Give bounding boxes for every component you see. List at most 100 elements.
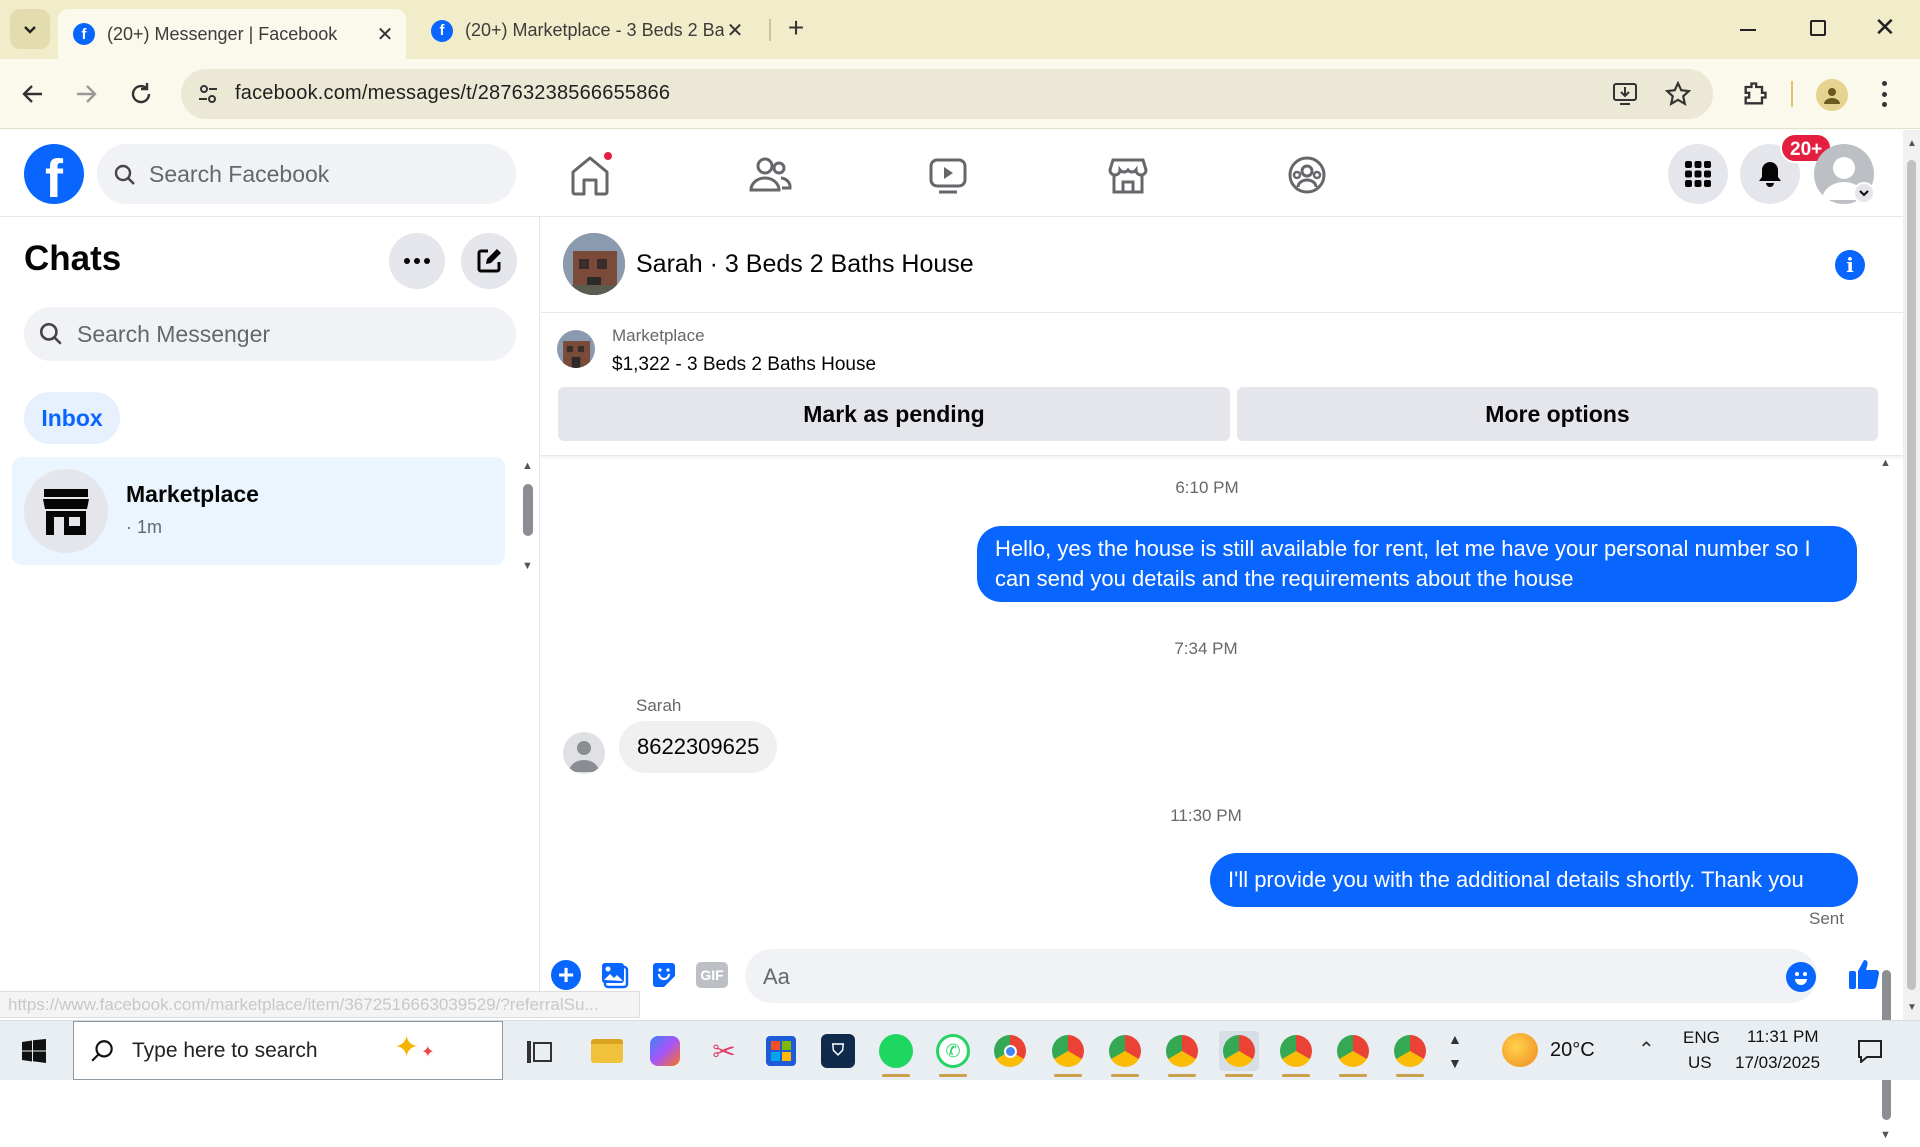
gif-button[interactable]: GIF	[696, 962, 728, 988]
install-app-icon[interactable]	[1612, 82, 1638, 106]
outgoing-message[interactable]: Hello, yes the house is still available …	[977, 526, 1857, 602]
status-url-bar: https://www.facebook.com/marketplace/ite…	[0, 991, 640, 1018]
copilot-sparkle-icon: ✦ ✦	[394, 1031, 435, 1064]
taskbar-store[interactable]	[761, 1031, 801, 1071]
url-text: facebook.com/messages/t/2876323856665586…	[235, 82, 671, 104]
store-icon	[766, 1036, 796, 1066]
conversation-title[interactable]: Sarah · 3 Beds 2 Baths House	[636, 250, 974, 279]
bookmark-star-icon[interactable]	[1665, 81, 1691, 107]
emoji-button[interactable]	[1786, 962, 1816, 992]
taskbar-chrome-profile-6[interactable]	[1333, 1031, 1373, 1077]
marketplace-icon	[1108, 158, 1148, 194]
listing-avatar[interactable]	[563, 233, 625, 295]
browser-menu-icon[interactable]	[1882, 81, 1888, 107]
chevron-down-icon	[24, 26, 36, 34]
forward-icon[interactable]	[73, 81, 99, 107]
taskbar-chrome-profile-3[interactable]	[1162, 1031, 1202, 1077]
weather-temp[interactable]: 20°C	[1550, 1039, 1595, 1062]
taskbar-overflow-arrows[interactable]: ▲ ▼	[1448, 1027, 1462, 1075]
nav-marketplace[interactable]	[1103, 150, 1153, 200]
mark-as-pending-button[interactable]: Mark as pending	[558, 387, 1230, 441]
apps-grid-icon	[1685, 161, 1711, 187]
extensions-icon[interactable]	[1741, 80, 1769, 108]
clock-date[interactable]: 17/03/2025	[1735, 1053, 1820, 1073]
new-tab-button[interactable]: +	[780, 13, 812, 45]
language-line1[interactable]: ENG	[1683, 1028, 1720, 1048]
taskbar-chrome-profile-4[interactable]	[1219, 1031, 1259, 1077]
tab-messenger[interactable]: f (20+) Messenger | Facebook ✕	[58, 9, 406, 59]
task-view-icon[interactable]	[525, 1039, 553, 1065]
taskbar-snipping-tool[interactable]: ✂	[704, 1031, 744, 1071]
chat-list-scrollbar[interactable]: ▲ ▼	[520, 460, 536, 578]
weather-icon[interactable]	[1502, 1033, 1538, 1067]
search-icon	[91, 1040, 113, 1062]
taskbar-whatsapp[interactable]: ✆	[933, 1031, 973, 1077]
incoming-message[interactable]: 8622309625	[619, 721, 778, 773]
account-chevron-icon[interactable]	[1853, 182, 1875, 204]
profile-avatar[interactable]	[1816, 79, 1848, 111]
minimize-button[interactable]	[1740, 29, 1756, 31]
page-scrollbar-thumb[interactable]	[1907, 160, 1916, 990]
clock-time[interactable]: 11:31 PM	[1747, 1027, 1819, 1047]
like-thumb-icon[interactable]	[1847, 957, 1881, 991]
tab-marketplace[interactable]: f (20+) Marketplace - 3 Beds 2 Ba ✕	[416, 9, 756, 52]
close-tab-icon[interactable]: ✕	[724, 18, 746, 43]
inbox-filter-chip[interactable]: Inbox	[24, 392, 120, 444]
message-composer[interactable]: Aa	[745, 949, 1817, 1003]
system-tray-chevron-icon[interactable]: ⌃	[1638, 1037, 1655, 1062]
tab-search-button[interactable]	[10, 9, 50, 49]
more-dots-icon	[404, 258, 430, 264]
taskbar-search[interactable]: Type here to search ✦ ✦	[73, 1021, 503, 1080]
nav-friends[interactable]	[745, 150, 795, 200]
groups-icon	[1288, 156, 1326, 194]
sticker-icon[interactable]	[649, 960, 679, 990]
messenger-search[interactable]: Search Messenger	[24, 307, 516, 361]
taskbar-chrome[interactable]	[990, 1031, 1030, 1071]
close-tab-icon[interactable]: ✕	[374, 22, 396, 47]
windows-start-icon[interactable]	[22, 1039, 46, 1063]
site-info-icon[interactable]	[197, 83, 219, 105]
more-actions-button[interactable]: +	[551, 960, 581, 990]
taskbar-chrome-profile-5[interactable]	[1276, 1031, 1316, 1077]
facebook-search[interactable]: Search Facebook	[97, 144, 516, 204]
restore-button[interactable]	[1810, 20, 1826, 36]
conversation-item[interactable]: Marketplace · 1m	[12, 457, 505, 565]
listing-thumbnail[interactable]	[557, 330, 595, 368]
listing-label: Marketplace	[612, 326, 705, 345]
taskbar-file-explorer[interactable]	[587, 1031, 627, 1071]
new-message-button[interactable]	[461, 233, 517, 289]
notification-center-icon[interactable]	[1857, 1039, 1883, 1063]
taskbar-copilot[interactable]	[645, 1031, 685, 1071]
nav-video[interactable]	[923, 150, 973, 200]
close-window-button[interactable]: ✕	[1874, 12, 1896, 43]
facebook-favicon-icon: f	[431, 19, 453, 42]
language-line2[interactable]: US	[1688, 1053, 1712, 1073]
video-icon	[929, 158, 967, 194]
conversation-info-button[interactable]: i	[1835, 250, 1865, 280]
conversation-panel: Sarah · 3 Beds 2 Baths House i Marketpla…	[541, 217, 1903, 1141]
taskbar-chrome-profile-7[interactable]	[1390, 1031, 1430, 1077]
chats-title: Chats	[24, 239, 122, 278]
attach-photo-icon[interactable]	[600, 960, 630, 990]
chrome-profile-icon	[1394, 1035, 1426, 1067]
taskbar-spotify[interactable]	[876, 1031, 916, 1077]
back-icon[interactable]	[20, 81, 46, 107]
taskbar-security-app[interactable]: ⛉	[818, 1031, 858, 1071]
chats-options-button[interactable]	[389, 233, 445, 289]
taskbar-chrome-profile-2[interactable]	[1105, 1031, 1145, 1077]
reload-icon[interactable]	[128, 81, 154, 107]
sender-avatar[interactable]	[563, 732, 605, 774]
address-bar[interactable]: facebook.com/messages/t/2876323856665586…	[181, 69, 1713, 119]
nav-home[interactable]	[565, 150, 615, 200]
facebook-logo[interactable]: f	[24, 144, 84, 204]
chat-list-scrollbar-thumb[interactable]	[523, 484, 533, 536]
page-scrollbar[interactable]: ▲ ▼	[1903, 130, 1920, 1020]
menu-button[interactable]	[1668, 144, 1728, 204]
message-timestamp: 6:10 PM	[1175, 478, 1239, 497]
nav-groups[interactable]	[1282, 150, 1332, 200]
friends-icon	[749, 157, 792, 192]
taskbar-chrome-profile-1[interactable]	[1048, 1031, 1088, 1077]
more-options-button[interactable]: More options	[1237, 387, 1878, 441]
listing-title[interactable]: $1,322 - 3 Beds 2 Baths House	[612, 354, 876, 376]
outgoing-message[interactable]: I'll provide you with the additional det…	[1210, 853, 1858, 907]
